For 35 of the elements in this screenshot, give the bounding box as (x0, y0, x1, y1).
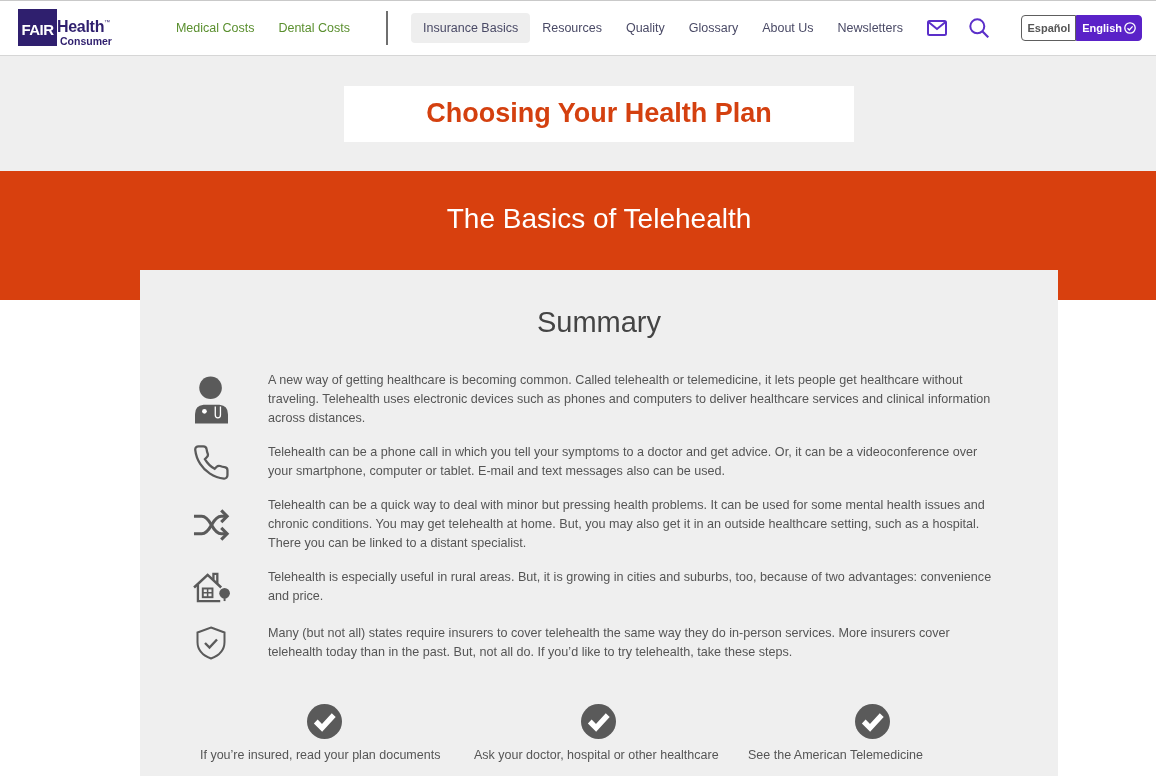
language-button[interactable]: English (1076, 15, 1142, 41)
nav-link[interactable]: About Us (750, 13, 826, 43)
logo-wordmark[interactable]: Health (57, 19, 105, 35)
summary-heading: Summary (535, 305, 663, 339)
summary-text: Many (but not all) states require insurers to cover telehealth the same way they do in-person services. More insurers cover telehealth today than in the past. But, not all do. If you’d like to try telehealth, take these steps. (268, 625, 951, 661)
phone-icon (193, 444, 229, 480)
step-text: If you’re insured, read your plan documents (200, 747, 441, 764)
check-circle-icon (306, 704, 342, 739)
step-text: See the American Telemedicine (748, 747, 923, 764)
nav-link[interactable]: Insurance Basics (411, 13, 531, 43)
shield-check-icon (196, 626, 226, 660)
mail-icon[interactable] (926, 20, 947, 36)
house-icon (191, 571, 231, 603)
doctor-icon (194, 375, 228, 424)
nav-link[interactable]: Glossary (676, 13, 751, 43)
language-button[interactable]: Español (1021, 15, 1077, 41)
check-circle-icon (854, 704, 890, 739)
cost-link[interactable]: Medical Costs (163, 15, 267, 41)
step-text: Ask your doctor, hospital or other healthcare (474, 747, 719, 764)
check-circle-icon (1124, 22, 1136, 34)
logo-tagline[interactable]: Consumer (60, 36, 112, 47)
page-title: The Basics of Telehealth (446, 203, 752, 235)
summary-text: A new way of getting healthcare is becoming common. Called telehealth or telemedicine, it lets people get healthcare without traveling. Telehealth uses electronic devices such as phones and computers to deliver healthcare services and clinical information across distances. (268, 372, 992, 427)
summary-text: Telehealth can be a quick way to deal with minor but pressing health problems. It can be used for some mental health issues and chronic conditions. You may get telehealth at home. But, you may also get it in an outside healthcare setting, such as a hospital. There you can be linked to a distant specialist. (268, 497, 986, 552)
shuffle-icon (192, 507, 230, 542)
nav-link[interactable]: Resources (530, 13, 614, 43)
logo-badge[interactable]: FAIR (18, 9, 57, 46)
summary-text: Telehealth can be a phone call in which you tell your symptoms to a doctor and get advice. Or, it can be a videoconference over your smartphone, computer or tablet. E-mail and text messages also can be used. (268, 444, 979, 480)
check-circle-icon (580, 704, 616, 739)
nav-link[interactable]: Quality (613, 13, 677, 43)
cost-link[interactable]: Dental Costs (266, 15, 362, 41)
search-icon[interactable] (968, 18, 989, 38)
summary-text: Telehealth is especially useful in rural areas. But, it is growing in cities and suburbs, too, because of two advantages: convenience and price. (268, 569, 993, 605)
nav-link[interactable]: Newsletters (825, 13, 915, 43)
section-title: Choosing Your Health Plan (344, 85, 854, 142)
